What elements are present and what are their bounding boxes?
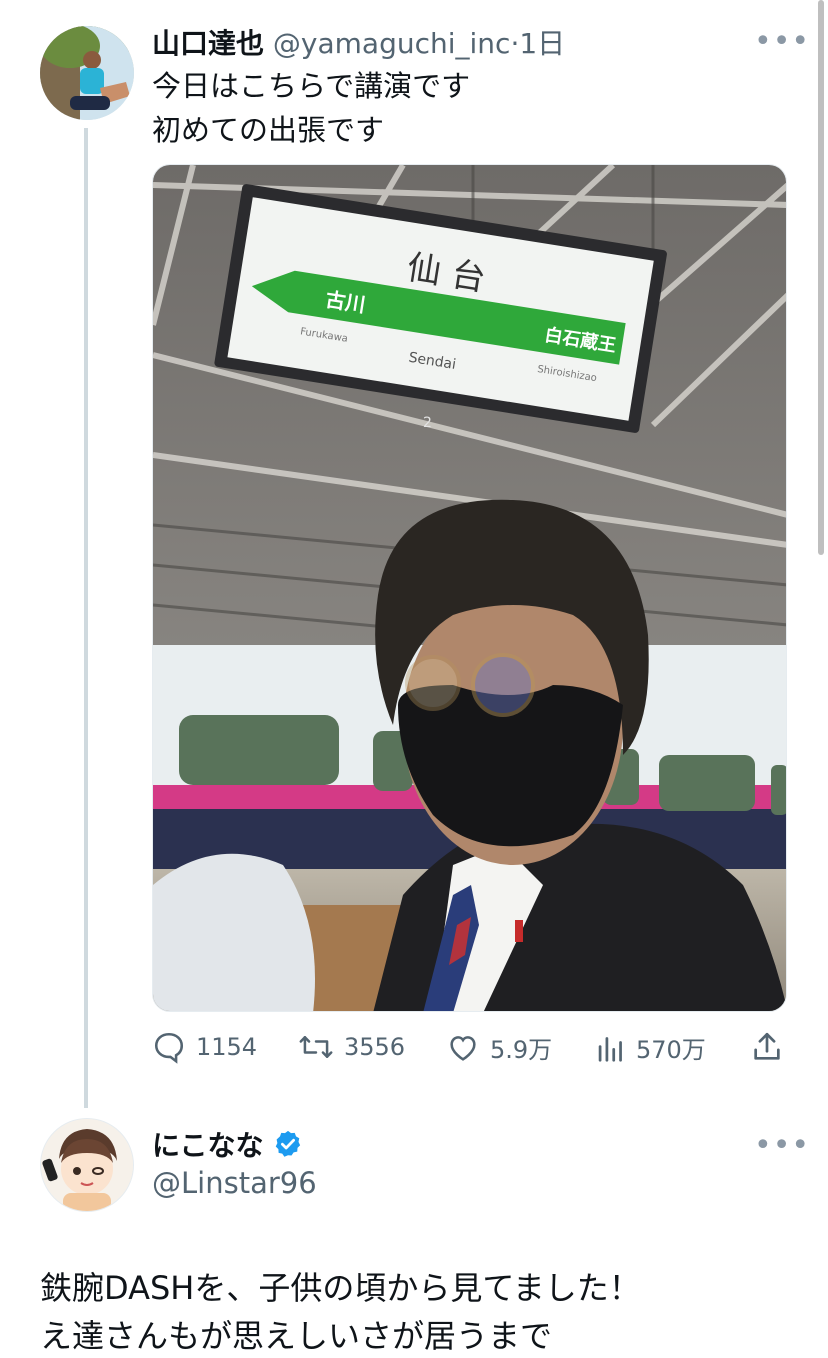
more-options-icon[interactable]: ••• [754, 1128, 810, 1163]
share-icon [754, 1032, 780, 1060]
views-count: 570万 [636, 1036, 706, 1064]
sign-track-number: 2 [423, 415, 432, 431]
avatar-illustration-icon [41, 1119, 133, 1211]
tweet-photo[interactable]: 仙 台 古川 白石蔵王 Sendai Furukawa Shiroishizao… [152, 164, 787, 1012]
tweet-text: 今日はこちらで講演です 初めての出張です [152, 64, 470, 152]
reply-icon [154, 1032, 184, 1064]
author-name-row: にこなな [152, 1124, 303, 1164]
share-button[interactable] [750, 1030, 784, 1064]
views-button[interactable]: 570万 [596, 1030, 706, 1065]
author-handle[interactable]: @Linstar96 [152, 1166, 317, 1200]
reply-button[interactable]: 1154 [152, 1030, 257, 1064]
tweet-time[interactable]: 1日 [519, 27, 565, 60]
avatar[interactable] [40, 26, 134, 120]
more-options-icon[interactable]: ••• [754, 24, 810, 59]
tweet-header: 山口達也 @yamaguchi_inc·1日 [152, 22, 565, 62]
avatar-photo-icon [40, 26, 134, 120]
station-selfie-image: 仙 台 古川 白石蔵王 Sendai Furukawa Shiroishizao… [153, 165, 786, 1011]
tweet-actions: 1154 3556 5.9万 570万 [152, 1030, 787, 1070]
avatar[interactable] [40, 1118, 134, 1212]
scrollbar[interactable] [818, 0, 824, 555]
author-handle[interactable]: @yamaguchi_inc [273, 27, 511, 60]
verified-badge-icon [276, 1130, 301, 1157]
author-name[interactable]: 山口達也 [152, 27, 264, 60]
retweet-button[interactable]: 3556 [298, 1030, 405, 1064]
like-count: 5.9万 [490, 1036, 553, 1064]
retweet-icon [299, 1036, 333, 1058]
tweet-text-line: 今日はこちらで講演です [152, 69, 471, 103]
thread-connector-line [84, 128, 88, 1108]
like-icon [450, 1035, 476, 1061]
views-icon [598, 1036, 622, 1062]
retweet-count: 3556 [344, 1033, 406, 1061]
reply-count: 1154 [196, 1033, 258, 1061]
reply-text-continued: え達さんもが思えしいさが居うまで [40, 1317, 553, 1355]
reply-text: 鉄腕DASHを、子供の頃から見てました！ [40, 1269, 641, 1307]
like-button[interactable]: 5.9万 [446, 1030, 552, 1065]
tweet-text-line: 初めての出張です [152, 113, 385, 147]
author-name[interactable]: にこなな [152, 1124, 263, 1164]
